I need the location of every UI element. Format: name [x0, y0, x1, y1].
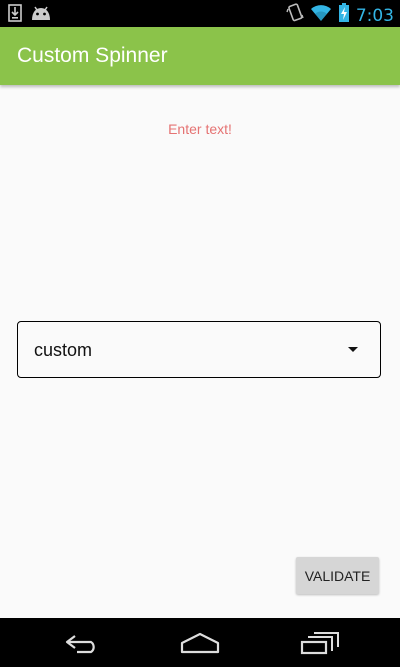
status-time: 7:03 — [355, 5, 394, 26]
spinner-selected-value: custom — [34, 340, 93, 360]
wifi-icon — [310, 4, 332, 27]
app-bar: Custom Spinner — [0, 27, 400, 85]
android-icon — [30, 5, 52, 26]
status-bar: 7:03 — [0, 0, 400, 27]
hint-text: Enter text! — [168, 121, 232, 137]
custom-spinner[interactable]: custom — [17, 321, 381, 378]
battery-icon — [338, 3, 350, 28]
app-title: Custom Spinner — [17, 44, 168, 67]
download-icon — [8, 4, 22, 27]
vibrate-icon — [286, 3, 304, 28]
back-icon[interactable] — [53, 626, 113, 660]
status-left-icons — [8, 4, 52, 27]
dropdown-arrow-icon — [348, 347, 358, 352]
recents-icon[interactable] — [290, 626, 350, 660]
home-icon[interactable] — [170, 626, 230, 660]
navigation-bar — [0, 618, 400, 667]
validate-button[interactable]: VALIDATE — [296, 557, 379, 594]
main-content: Enter text! custom VALIDATE — [0, 85, 400, 618]
status-right-icons: 7:03 — [286, 3, 394, 28]
